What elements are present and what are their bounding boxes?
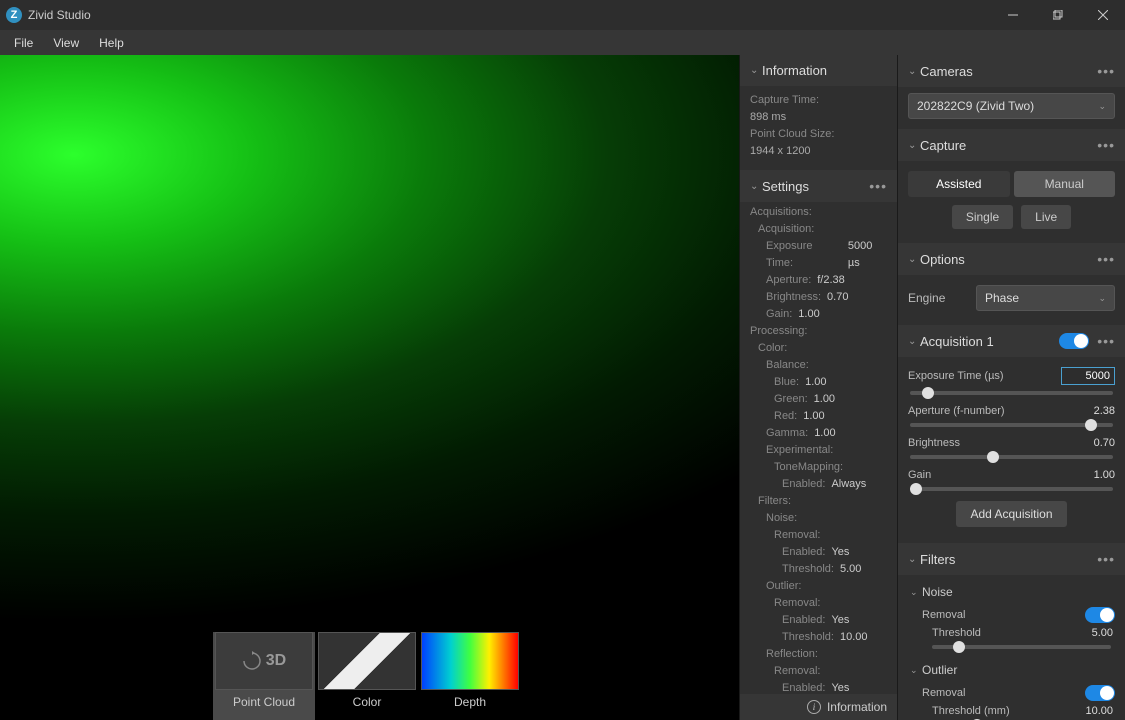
maximize-button[interactable] <box>1035 0 1080 30</box>
thumb-point-cloud[interactable]: 3D Point Cloud <box>213 632 315 720</box>
engine-select[interactable]: Phase ⌄ <box>976 285 1115 311</box>
more-options-icon[interactable]: ••• <box>1097 551 1115 567</box>
gain-value: 1.00 <box>1094 469 1115 481</box>
chevron-down-icon: ⌄ <box>910 587 922 598</box>
aperture-slider[interactable] <box>910 423 1113 427</box>
brightness-label: Brightness <box>908 437 1094 449</box>
noise-removal-toggle[interactable] <box>1085 607 1115 623</box>
capture-single-button[interactable]: Single <box>952 205 1013 229</box>
titlebar: Z Zivid Studio <box>0 0 1125 30</box>
panel-controls: ⌄ Cameras ••• 202822C9 (Zivid Two) ⌄ ⌄ C… <box>897 55 1125 720</box>
section-options[interactable]: ⌄ Options ••• <box>898 243 1125 275</box>
chevron-down-icon: ⌄ <box>908 554 920 565</box>
chevron-down-icon: ⌄ <box>908 254 920 265</box>
chevron-down-icon: ⌄ <box>910 665 922 676</box>
info-icon: i <box>807 700 821 714</box>
exposure-input[interactable] <box>1061 367 1115 385</box>
thumb-label: Color <box>353 690 382 714</box>
outlier-threshold-label: Threshold (mm) <box>932 705 1085 717</box>
brightness-value: 0.70 <box>1094 437 1115 449</box>
app-title: Zivid Studio <box>28 8 990 22</box>
more-options-icon[interactable]: ••• <box>1097 251 1115 267</box>
settings-tree: Acquisitions: Acquisition: Exposure Time… <box>740 202 897 720</box>
chevron-down-icon: ⌄ <box>908 336 920 347</box>
exposure-slider[interactable] <box>910 391 1113 395</box>
noise-threshold-label: Threshold <box>932 627 1092 639</box>
exposure-label: Exposure Time (µs) <box>908 370 1061 382</box>
brightness-slider[interactable] <box>910 455 1113 459</box>
thumb-label: Depth <box>454 690 486 714</box>
outlier-threshold-value: 10.00 <box>1085 705 1113 717</box>
section-capture[interactable]: ⌄ Capture ••• <box>898 129 1125 161</box>
section-acquisition-1[interactable]: ⌄ Acquisition 1 ••• <box>898 325 1125 357</box>
gain-slider[interactable] <box>910 487 1113 491</box>
pcs-value: 1944 x 1200 <box>750 143 811 160</box>
more-options-icon[interactable]: ••• <box>1097 137 1115 153</box>
menubar: File View Help <box>0 30 1125 55</box>
thumb-label: Point Cloud <box>233 690 295 714</box>
gain-label: Gain <box>908 469 1094 481</box>
chevron-down-icon: ⌄ <box>750 181 762 192</box>
noise-threshold-slider[interactable] <box>932 645 1111 649</box>
pcs-label: Point Cloud Size: <box>750 126 834 143</box>
noise-removal-label: Removal <box>922 609 1085 621</box>
chevron-down-icon: ⌄ <box>1098 101 1106 112</box>
outlier-removal-label: Removal <box>922 687 1085 699</box>
chevron-down-icon: ⌄ <box>908 140 920 151</box>
panel-settings: ⌄ Information Capture Time: 898 ms Point… <box>739 55 897 720</box>
engine-label: Engine <box>908 291 968 305</box>
section-filters[interactable]: ⌄ Filters ••• <box>898 543 1125 575</box>
close-button[interactable] <box>1080 0 1125 30</box>
section-information[interactable]: ⌄ Information <box>740 55 897 86</box>
noise-threshold-value: 5.00 <box>1092 627 1113 639</box>
menu-help[interactable]: Help <box>89 32 134 54</box>
thumb-color[interactable]: Color <box>316 632 418 720</box>
aperture-label: Aperture (f-number) <box>908 405 1094 417</box>
filter-outlier-header[interactable]: ⌄ Outlier <box>908 659 1115 681</box>
tab-assisted[interactable]: Assisted <box>908 171 1010 197</box>
point-cloud-render <box>0 55 739 720</box>
more-options-icon[interactable]: ••• <box>1097 333 1115 349</box>
more-options-icon[interactable]: ••• <box>869 178 887 194</box>
capture-live-button[interactable]: Live <box>1021 205 1071 229</box>
tab-manual[interactable]: Manual <box>1014 171 1116 197</box>
more-options-icon[interactable]: ••• <box>1097 63 1115 79</box>
filter-noise-header[interactable]: ⌄ Noise <box>908 581 1115 603</box>
section-cameras[interactable]: ⌄ Cameras ••• <box>898 55 1125 87</box>
section-settings[interactable]: ⌄ Settings ••• <box>740 170 897 202</box>
add-acquisition-button[interactable]: Add Acquisition <box>956 501 1066 527</box>
aperture-value: 2.38 <box>1094 405 1115 417</box>
camera-select[interactable]: 202822C9 (Zivid Two) ⌄ <box>908 93 1115 119</box>
viewport-3d[interactable]: 3D Point Cloud Color Depth <box>0 55 739 720</box>
menu-file[interactable]: File <box>4 32 43 54</box>
chevron-down-icon: ⌄ <box>908 66 920 77</box>
view-thumbnails: 3D Point Cloud Color Depth <box>213 632 522 720</box>
app-logo-icon: Z <box>6 7 22 23</box>
chevron-down-icon: ⌄ <box>750 65 762 76</box>
footer-information-button[interactable]: i Information <box>740 694 897 720</box>
thumb-depth[interactable]: Depth <box>419 632 521 720</box>
capture-time-value: 898 ms <box>750 109 786 126</box>
menu-view[interactable]: View <box>43 32 89 54</box>
acquisition-toggle[interactable] <box>1059 333 1089 349</box>
capture-time-label: Capture Time: <box>750 92 819 109</box>
outlier-removal-toggle[interactable] <box>1085 685 1115 701</box>
minimize-button[interactable] <box>990 0 1035 30</box>
chevron-down-icon: ⌄ <box>1098 293 1106 304</box>
